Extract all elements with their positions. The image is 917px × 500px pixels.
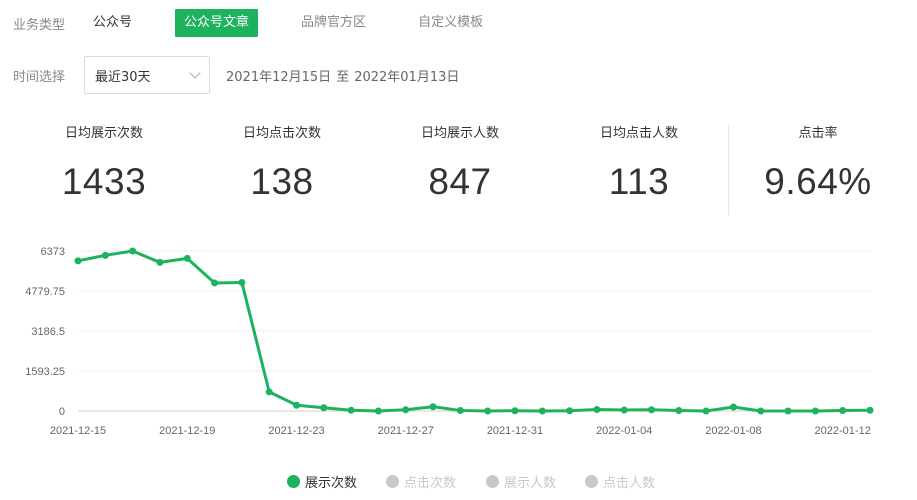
x-tick-label: 2021-12-27 xyxy=(378,425,434,437)
legend-dot-icon xyxy=(287,475,300,488)
data-point xyxy=(238,278,246,286)
metric-value: 1433 xyxy=(61,161,147,202)
x-tick-label: 2022-01-12 xyxy=(815,425,871,437)
data-point xyxy=(347,406,355,414)
metric-value: 113 xyxy=(608,161,670,202)
data-point xyxy=(129,247,137,255)
data-point xyxy=(511,407,519,415)
data-point xyxy=(538,407,546,415)
date-range-end: 2022年01月13日 xyxy=(354,69,460,85)
data-point xyxy=(593,405,601,413)
tab-gongzhonghao-article[interactable]: 公众号文章 xyxy=(175,9,259,37)
metrics-panel: 日均展示次数 1433 日均点击次数 138 日均展示人数 847 日均点击人数… xyxy=(0,122,917,218)
data-point xyxy=(456,406,464,414)
metric-value: 9.64% xyxy=(764,161,872,202)
legend-item[interactable]: 展示人数 xyxy=(486,472,556,491)
data-point xyxy=(74,257,82,265)
y-tick-label: 1593.25 xyxy=(25,366,65,378)
data-point xyxy=(729,403,737,411)
time-select-label: 时间选择 xyxy=(13,69,66,85)
metric-label: 日均点击次数 xyxy=(242,126,321,141)
data-point xyxy=(211,279,219,287)
data-point xyxy=(866,406,874,414)
data-point xyxy=(648,406,656,414)
data-point xyxy=(183,254,191,262)
data-point xyxy=(156,258,164,266)
x-tick-label: 2022-01-08 xyxy=(705,425,761,437)
legend-dot-icon xyxy=(386,475,399,488)
metric-label: 日均展示次数 xyxy=(64,126,143,141)
date-range-text: 2021年12月15日至 2022年01月13日 xyxy=(226,66,459,85)
legend-item[interactable]: 展示次数 xyxy=(287,472,357,491)
legend-label: 点击次数 xyxy=(404,476,457,491)
data-point xyxy=(429,403,437,411)
legend-dot-icon xyxy=(486,475,499,488)
business-type-row: 业务类型 公众号 公众号文章 品牌官方区 自定义模板 xyxy=(0,9,526,37)
y-tick-label: 6373 xyxy=(41,246,65,258)
metric-avg-click-users: 日均点击人数 113 xyxy=(559,122,719,203)
metric-label: 日均点击人数 xyxy=(599,126,678,141)
metrics-divider xyxy=(728,125,729,215)
business-type-label: 业务类型 xyxy=(13,17,66,33)
legend-dot-icon xyxy=(585,475,598,488)
data-point xyxy=(292,401,300,409)
data-point xyxy=(675,406,683,414)
metric-label: 日均展示人数 xyxy=(420,126,499,141)
x-tick-label: 2021-12-31 xyxy=(487,425,543,437)
data-point xyxy=(320,404,328,412)
time-range-value: 最近30天 xyxy=(95,69,151,85)
x-tick-label: 2022-01-04 xyxy=(596,425,652,437)
tab-custom-template[interactable]: 自定义模板 xyxy=(409,9,492,37)
data-point xyxy=(566,407,574,415)
time-select-row: 时间选择 最近30天 2021年12月15日至 2022年01月13日 xyxy=(0,56,459,94)
metric-value: 138 xyxy=(250,161,314,202)
data-point xyxy=(374,407,382,415)
date-range-separator: 至 xyxy=(336,69,350,85)
data-point xyxy=(402,406,410,414)
data-point xyxy=(702,407,710,415)
date-range-start: 2021年12月15日 xyxy=(226,69,332,85)
legend-item[interactable]: 点击人数 xyxy=(585,472,655,491)
tab-gongzhonghao[interactable]: 公众号 xyxy=(87,9,141,37)
metric-value: 847 xyxy=(428,161,492,202)
tab-brand-official-zone[interactable]: 品牌官方区 xyxy=(292,9,375,37)
legend-label: 展示次数 xyxy=(305,476,358,491)
data-point xyxy=(620,406,628,414)
metric-label: 点击率 xyxy=(798,126,838,141)
y-tick-label: 4779.75 xyxy=(25,286,65,298)
time-range-dropdown[interactable]: 最近30天 xyxy=(84,56,211,94)
metric-avg-impression-users: 日均展示人数 847 xyxy=(380,122,540,203)
metric-click-rate: 点击率 9.64% xyxy=(738,122,898,203)
data-point xyxy=(757,407,765,415)
impressions-line-chart: 0 1593.25 3186.5 4779.75 6373 2021-12-15 2021-… xyxy=(25,246,874,437)
data-point xyxy=(484,407,492,415)
data-point xyxy=(839,406,847,414)
data-point xyxy=(265,388,273,396)
data-point xyxy=(784,407,792,415)
data-point xyxy=(101,251,109,259)
legend-item[interactable]: 点击次数 xyxy=(386,472,456,491)
x-tick-label: 2021-12-23 xyxy=(268,425,324,437)
y-tick-label: 3186.5 xyxy=(31,326,65,338)
data-point xyxy=(811,407,819,415)
legend-label: 展示人数 xyxy=(504,476,557,491)
x-tick-label: 2021-12-15 xyxy=(50,425,106,437)
chevron-down-icon xyxy=(189,67,201,79)
legend-label: 点击人数 xyxy=(603,476,656,491)
metric-avg-clicks: 日均点击次数 138 xyxy=(202,122,362,203)
x-tick-label: 2021-12-19 xyxy=(159,425,215,437)
chart-legend: 展示次数 点击次数 展示人数 点击人数 xyxy=(0,472,917,492)
y-tick-label: 0 xyxy=(59,406,65,418)
metric-avg-impressions: 日均展示次数 1433 xyxy=(24,122,184,203)
